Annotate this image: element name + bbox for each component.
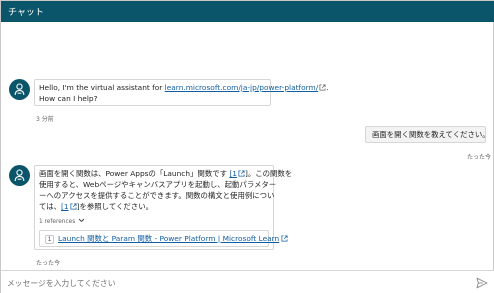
bot-person-icon xyxy=(14,83,25,96)
send-icon[interactable] xyxy=(476,277,488,289)
user-message-1: 画面を開く関数を教えてください。 xyxy=(365,126,490,143)
bot-message-1-time: 3 分前 xyxy=(36,116,54,123)
citation-link[interactable]: [1 xyxy=(229,169,237,178)
bot-message-2: 画面を開く関数は、Power Appsの「Launch」関数です [1]。この関… xyxy=(34,165,292,250)
bot-message-2-line2: 使用すると、Webページやキャンバスアプリを起動し、起動パラメター xyxy=(39,180,277,189)
bot-avatar xyxy=(9,79,30,100)
chat-header: チャット xyxy=(1,1,494,22)
bot-message-1: Hello, I'm the virtual assistant for lea… xyxy=(34,79,329,106)
bot-message-2-line3: ーへのアクセスを提供することができます。関数の構文と使用例につい xyxy=(39,191,275,200)
bot-avatar xyxy=(9,165,30,186)
reference-number: 1 xyxy=(45,235,54,244)
chat-window: チャット Hello, I'm the virtual assistant fo… xyxy=(0,0,494,293)
references-toggle[interactable]: 1 references xyxy=(39,218,85,225)
external-link-icon xyxy=(281,235,288,242)
citation-link[interactable]: [1 xyxy=(61,202,69,211)
external-link-icon xyxy=(70,203,77,210)
user-message-1-time: たった今 xyxy=(467,154,492,161)
message-input[interactable] xyxy=(7,277,462,289)
reference-card[interactable]: 1 Launch 関数と Param 関数 - Power Platform |… xyxy=(39,230,288,247)
bot-message-1-line2: How can I help? xyxy=(39,93,98,103)
external-link-icon xyxy=(238,170,245,177)
bot-person-icon xyxy=(14,169,25,182)
references-label: 1 references xyxy=(39,219,76,225)
bot-message-2-time: たった今 xyxy=(36,260,61,267)
bot-message-1-text: Hello, I'm the virtual assistant for xyxy=(39,83,165,92)
power-platform-link[interactable]: learn.microsoft.com/ja-jp/power-platform… xyxy=(165,83,319,92)
reference-link[interactable]: Launch 関数と Param 関数 - Power Platform | M… xyxy=(58,234,279,243)
bot-message-2-line4: ては、 xyxy=(39,202,62,211)
chevron-down-icon xyxy=(78,218,85,223)
composer xyxy=(1,270,494,293)
user-message-1-text: 画面を開く関数を教えてください。 xyxy=(372,130,490,139)
bot-message-2-line1: 画面を開く関数は、Power Appsの「Launch」関数です xyxy=(39,169,230,178)
chat-title: チャット xyxy=(8,8,44,18)
